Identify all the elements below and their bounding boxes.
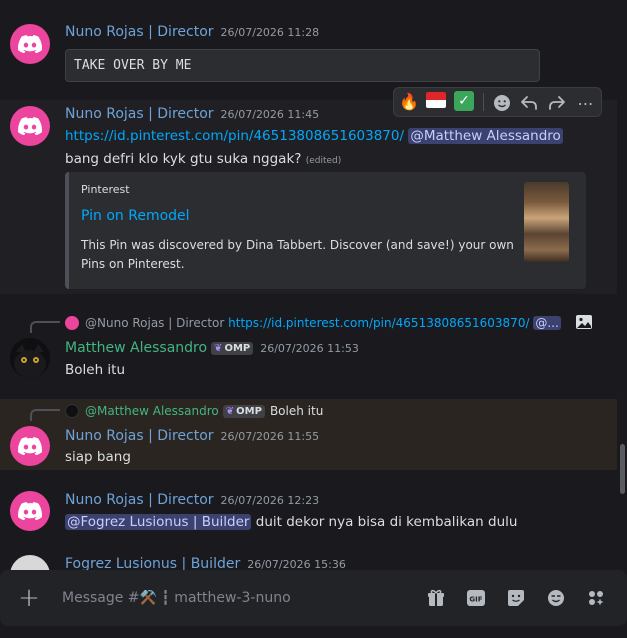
check-reaction-button[interactable]: ✓ [454,91,474,111]
reply-spine [30,409,60,421]
reply-spine [30,321,60,333]
timestamp: 26/07/2026 12:23 [220,494,320,507]
embed-thumbnail[interactable] [524,182,569,262]
badge-label: OMP [224,342,251,354]
user-mention[interactable]: @Matthew Alessandro [408,128,563,144]
avatar[interactable] [10,338,50,378]
sticker-icon[interactable] [506,588,526,608]
message-header: Nuno Rojas | Director 26/07/2026 11:55 [65,428,319,444]
avatar[interactable] [10,106,50,146]
flag-reaction-button[interactable] [426,92,446,108]
timestamp: 26/07/2026 11:45 [220,108,320,121]
message-text: bang defri klo kyk gtu suka nggak? [65,151,302,167]
add-attachment-icon[interactable]: + [16,583,42,613]
discord-logo-icon [18,502,42,520]
add-reaction-icon[interactable] [492,93,512,113]
edited-label: (edited) [305,156,342,166]
flag-white [426,100,446,108]
avatar[interactable] [10,491,50,531]
reply-avatar [65,316,79,330]
embed-description-line2: Pins on Pinterest. [81,257,185,271]
link-embed [65,172,586,289]
message-header: Nuno Rojas | Director 26/07/2026 11:45 [65,106,319,122]
feather-icon: ❦ [225,405,235,417]
user-mention[interactable]: @Fogrez Lusionus | Builder [65,514,252,530]
feather-icon: ❦ [214,342,223,354]
reply-preview[interactable]: @Nuno Rojas | Director https://id.pinter… [85,316,561,330]
reply-mention: @... [533,316,561,330]
message-input[interactable] [62,586,402,610]
code-block: TAKE OVER BY ME [65,49,540,82]
gift-icon[interactable] [426,588,446,608]
author-name[interactable]: Nuno Rojas | Director [65,428,214,444]
reply-link: https://id.pinterest.com/pin/46513808651… [228,316,530,330]
image-icon [575,314,593,330]
reply-avatar [65,404,79,418]
message-header: Nuno Rojas | Director 26/07/2026 11:28 [65,24,319,40]
forward-icon[interactable] [547,93,567,113]
discord-logo-icon [18,35,42,53]
reply-author: @Nuno Rojas | Director [85,316,225,330]
gif-icon[interactable]: GIF [466,588,486,608]
flag-red [426,92,446,100]
message-header: Nuno Rojas | Director 26/07/2026 12:23 [65,492,319,508]
author-name[interactable]: Nuno Rojas | Director [65,492,214,508]
discord-logo-icon [18,437,42,455]
message-text: duit dekor nya bisa di kembalikan dulu [255,514,518,530]
more-options-icon[interactable]: ⋯ [575,93,597,113]
timestamp: 26/07/2026 11:28 [220,26,320,39]
timestamp: 26/07/2026 11:53 [260,341,359,355]
message-partial: Fogrez Lusionus | Builder 26/07/2026 15:… [0,552,617,572]
avatar[interactable] [10,24,50,64]
embed-title[interactable]: Pin on Remodel [81,208,190,224]
message-header: Matthew Alessandro ❦ OMP 26/07/2026 11:53 [65,340,359,356]
reply-preview[interactable]: @Matthew Alessandro ❦ OMP Boleh itu [85,404,323,418]
svg-text:GIF: GIF [469,596,482,604]
discord-logo-icon [18,117,42,135]
author-name[interactable]: Matthew Alessandro [65,340,207,356]
message-content: @Fogrez Lusionus | Builder duit dekor ny… [65,514,517,530]
toolbar-divider [483,93,484,111]
reply-icon[interactable] [519,93,539,113]
scrollbar-thumb[interactable] [620,444,625,494]
apps-icon[interactable] [586,588,606,608]
message-content: bang defri klo kyk gtu suka nggak? (edit… [65,151,341,167]
embed-provider: Pinterest [81,183,130,196]
pinterest-link[interactable]: https://id.pinterest.com/pin/46513808651… [65,128,404,144]
author-name[interactable]: Nuno Rojas | Director [65,106,214,122]
emoji-icon[interactable] [546,588,566,608]
message-content: https://id.pinterest.com/pin/46513808651… [65,128,563,144]
embed-description-line1: This Pin was discovered by Dina Tabbert.… [81,238,514,252]
badge-label: OMP [236,405,262,417]
reply-role-badge: ❦ OMP [222,404,265,418]
reply-text: Boleh itu [269,404,324,418]
message-text: siap bang [65,449,131,465]
reply-author: @Matthew Alessandro [85,404,219,418]
avatar[interactable] [10,426,50,466]
fire-reaction-button[interactable]: 🔥 [399,92,419,111]
author-name[interactable]: Nuno Rojas | Director [65,24,214,40]
role-badge[interactable]: ❦ OMP [211,341,254,355]
message-text: Boleh itu [65,362,126,378]
timestamp: 26/07/2026 11:55 [220,430,320,443]
